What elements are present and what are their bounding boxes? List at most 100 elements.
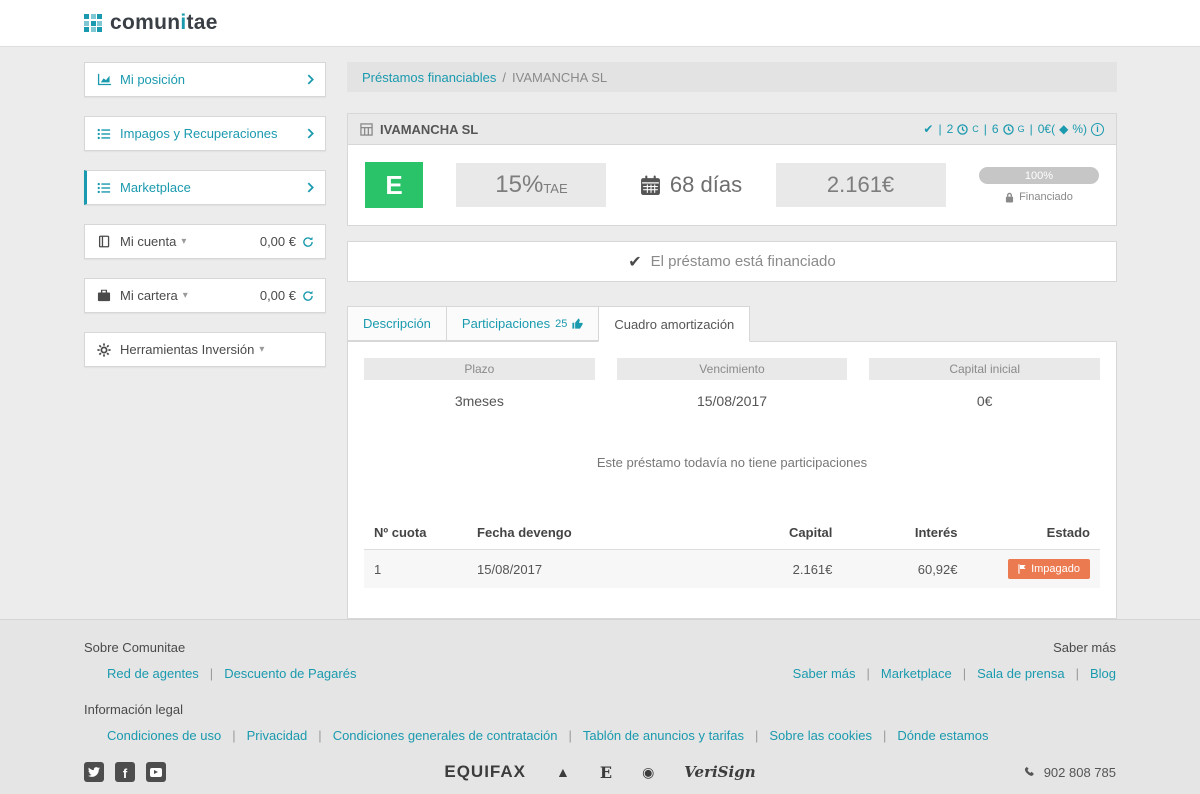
chevron-right-icon bbox=[307, 74, 314, 85]
col-header-cuota: Nº cuota bbox=[364, 516, 467, 550]
check-icon: ✔ bbox=[628, 252, 641, 272]
table-row: 1 15/08/2017 2.161€ 60,92€ Impagado bbox=[364, 550, 1100, 589]
col-header-estado: Estado bbox=[968, 516, 1101, 550]
refresh-icon[interactable] bbox=[302, 290, 314, 302]
footer-more-links: Saber más | Marketplace | Sala de prensa… bbox=[793, 666, 1116, 681]
sidebar: Mi posición Impagos y Recuperaciones M bbox=[84, 62, 326, 619]
sidebar-item-label: Mi cartera bbox=[120, 288, 178, 303]
caret-down-icon: ▾ bbox=[183, 290, 188, 301]
footer-link-tablon-anuncios[interactable]: Tablón de anuncios y tarifas bbox=[583, 728, 744, 743]
footer-link-cookies[interactable]: Sobre las cookies bbox=[769, 728, 872, 743]
status-badge-impagado: Impagado bbox=[1008, 559, 1090, 579]
breadcrumb-link-prestamos[interactable]: Préstamos financiables bbox=[362, 70, 496, 85]
duration: 68 días bbox=[640, 172, 742, 198]
top-bar: comunitae bbox=[0, 0, 1200, 47]
chevron-right-icon bbox=[307, 182, 314, 193]
thumbs-up-icon bbox=[572, 318, 583, 329]
tab-bar: Descripción Participaciones 25 Cuadro am… bbox=[347, 306, 1117, 341]
screen: comunitae Mi posición Impagos y Recupera… bbox=[0, 0, 1200, 794]
cell-estado: Impagado bbox=[968, 550, 1101, 589]
loan-title: IVAMANCHA SL bbox=[360, 122, 478, 137]
breadcrumb: Préstamos financiables / IVAMANCHA SL bbox=[347, 62, 1117, 92]
info-icon[interactable]: i bbox=[1091, 123, 1104, 136]
sidebar-item-label: Mi cuenta bbox=[120, 234, 176, 249]
sidebar-item-label: Marketplace bbox=[120, 180, 191, 195]
sidebar-item-marketplace[interactable]: Marketplace bbox=[84, 170, 326, 205]
loan-header-bar: IVAMANCHA SL ✔ | 2 C | 6 G | 0€( ◆ %) i bbox=[347, 113, 1117, 145]
caret-down-icon: ▾ bbox=[259, 344, 264, 355]
flag-icon bbox=[1018, 564, 1026, 574]
lock-icon bbox=[1005, 192, 1014, 203]
partner-logos: EQUIFAX ▲ E ◉ VeriSign bbox=[444, 762, 755, 782]
sidebar-item-impagos[interactable]: Impagos y Recuperaciones bbox=[84, 116, 326, 151]
sidebar-item-label: Mi posición bbox=[120, 72, 185, 87]
footer: Sobre Comunitae Saber más Red de agentes… bbox=[0, 619, 1200, 794]
tab-descripcion[interactable]: Descripción bbox=[347, 306, 446, 341]
social-icons: f bbox=[84, 762, 444, 782]
footer-link-blog[interactable]: Blog bbox=[1090, 666, 1116, 681]
sidebar-item-label: Impagos y Recuperaciones bbox=[120, 126, 278, 141]
footer-legal-links: Condiciones de uso | Privacidad | Condic… bbox=[84, 728, 1116, 743]
page-content: Mi posición Impagos y Recuperaciones M bbox=[0, 47, 1200, 619]
triangle-logo: ▲ bbox=[556, 764, 570, 780]
footer-link-condiciones-uso[interactable]: Condiciones de uso bbox=[107, 728, 221, 743]
footer-link-privacidad[interactable]: Privacidad bbox=[247, 728, 308, 743]
breadcrumb-current: IVAMANCHA SL bbox=[512, 70, 607, 85]
sidebar-item-herramientas[interactable]: Herramientas Inversión ▾ bbox=[84, 332, 326, 367]
col-header-interes: Interés bbox=[842, 516, 967, 550]
document-icon bbox=[360, 123, 373, 136]
account-balance: 0,00 € bbox=[260, 234, 296, 249]
col-header-capital: Capital bbox=[717, 516, 842, 550]
loan-detail-grid: Plazo 3meses Vencimiento 15/08/2017 Capi… bbox=[364, 358, 1100, 409]
sidebar-item-mi-cuenta[interactable]: Mi cuenta ▾ 0,00 € bbox=[84, 224, 326, 259]
cell-fecha: 15/08/2017 bbox=[467, 550, 717, 589]
detail-vencimiento: Vencimiento 15/08/2017 bbox=[617, 358, 848, 409]
footer-link-descuento-pagares[interactable]: Descuento de Pagarés bbox=[224, 666, 356, 681]
list-icon bbox=[96, 127, 112, 141]
sidebar-item-mi-posicion[interactable]: Mi posición bbox=[84, 62, 326, 97]
status-message: El préstamo está financiado bbox=[651, 253, 836, 270]
clock-icon bbox=[957, 124, 968, 135]
youtube-icon[interactable] bbox=[146, 762, 166, 782]
wallet-balance: 0,00 € bbox=[260, 288, 296, 303]
tab-participaciones[interactable]: Participaciones 25 bbox=[446, 306, 598, 341]
calendar-icon bbox=[640, 175, 661, 196]
refresh-icon[interactable] bbox=[302, 236, 314, 248]
no-participations-message: Este préstamo todavía no tiene participa… bbox=[364, 455, 1100, 470]
footer-link-saber-mas[interactable]: Saber más bbox=[793, 666, 856, 681]
footer-link-donde-estamos[interactable]: Dónde estamos bbox=[897, 728, 988, 743]
amortization-panel: Plazo 3meses Vencimiento 15/08/2017 Capi… bbox=[347, 341, 1117, 619]
participations-count: 25 bbox=[555, 318, 567, 330]
twitter-icon[interactable] bbox=[84, 762, 104, 782]
loan-amount-box: 2.161€ bbox=[776, 163, 946, 207]
footer-link-sala-de-prensa[interactable]: Sala de prensa bbox=[977, 666, 1064, 681]
tae-box: 15% TAE bbox=[456, 163, 606, 207]
comunitae-logo[interactable]: comunitae bbox=[84, 11, 218, 35]
logo-grid-icon bbox=[84, 14, 102, 32]
cell-capital: 2.161€ bbox=[717, 550, 842, 589]
chevron-right-icon bbox=[307, 128, 314, 139]
progress-bar: 100% bbox=[979, 167, 1099, 184]
table-header-row: Nº cuota Fecha devengo Capital Interés E… bbox=[364, 516, 1100, 550]
briefcase-icon bbox=[96, 289, 112, 302]
detail-capital-inicial: Capital inicial 0€ bbox=[869, 358, 1100, 409]
check-icon: ✔ bbox=[923, 122, 933, 136]
loan-status-banner: ✔ El préstamo está financiado bbox=[347, 241, 1117, 282]
loan-summary-card: E 15% TAE 68 días 2.161€ 100% bbox=[347, 145, 1117, 226]
facebook-icon[interactable]: f bbox=[115, 762, 135, 782]
footer-link-condiciones-contratacion[interactable]: Condiciones generales de contratación bbox=[333, 728, 558, 743]
footer-about-title: Sobre Comunitae bbox=[84, 640, 185, 655]
footer-about-links: Red de agentes | Descuento de Pagarés bbox=[84, 666, 356, 681]
tab-cuadro-amortizacion[interactable]: Cuadro amortización bbox=[598, 306, 750, 342]
loan-meta: ✔ | 2 C | 6 G | 0€( ◆ %) i bbox=[923, 122, 1104, 136]
main-content: Préstamos financiables / IVAMANCHA SL IV… bbox=[347, 62, 1117, 619]
amortization-table: Nº cuota Fecha devengo Capital Interés E… bbox=[364, 516, 1100, 588]
rating-badge: E bbox=[365, 162, 423, 208]
funded-label-row: Financiado bbox=[979, 191, 1099, 203]
phone-icon bbox=[1024, 766, 1037, 779]
caret-down-icon: ▾ bbox=[181, 236, 186, 247]
footer-legal-title: Información legal bbox=[84, 702, 183, 717]
footer-link-red-de-agentes[interactable]: Red de agentes bbox=[107, 666, 199, 681]
footer-link-marketplace[interactable]: Marketplace bbox=[881, 666, 952, 681]
sidebar-item-mi-cartera[interactable]: Mi cartera ▾ 0,00 € bbox=[84, 278, 326, 313]
